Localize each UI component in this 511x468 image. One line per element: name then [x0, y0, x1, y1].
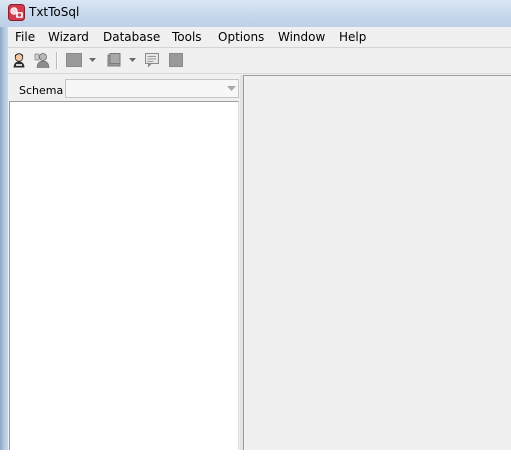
window-title: TxtToSql [29, 5, 80, 19]
menu-window[interactable]: Window [278, 29, 325, 45]
toolbar [8, 48, 511, 74]
sql-preview-icon[interactable] [144, 52, 160, 68]
chevron-down-icon[interactable] [129, 58, 136, 62]
schema-label: Schema [19, 84, 64, 97]
title-bar[interactable]: TxtToSql [0, 0, 511, 27]
schema-tree[interactable] [9, 101, 239, 450]
menu-database[interactable]: Database [103, 29, 160, 45]
chevron-down-icon[interactable] [227, 86, 236, 91]
menu-tools[interactable]: Tools [172, 29, 202, 45]
schema-select[interactable] [65, 79, 239, 98]
stop-grey-icon[interactable] [169, 53, 183, 67]
menu-help[interactable]: Help [339, 29, 366, 45]
menu-bar: File Wizard Database Tools Options Windo… [8, 27, 511, 48]
mdi-workspace[interactable] [243, 75, 511, 450]
toolbar-separator [56, 52, 58, 69]
table-grey-icon[interactable] [66, 53, 82, 67]
connect-user-icon[interactable] [11, 52, 27, 68]
menu-file[interactable]: File [15, 29, 35, 45]
script-grey-icon[interactable] [106, 52, 122, 68]
txttosql-app-icon [8, 4, 25, 21]
chevron-down-icon[interactable] [89, 58, 96, 62]
schema-panel: Schema [8, 75, 240, 450]
window-bottom-edge [0, 450, 511, 468]
application-client-area: File Wizard Database Tools Options Windo… [8, 27, 511, 450]
menu-options[interactable]: Options [218, 29, 264, 45]
disconnect-icon[interactable] [34, 52, 50, 68]
menu-wizard[interactable]: Wizard [48, 29, 89, 45]
window-left-border [0, 0, 8, 468]
